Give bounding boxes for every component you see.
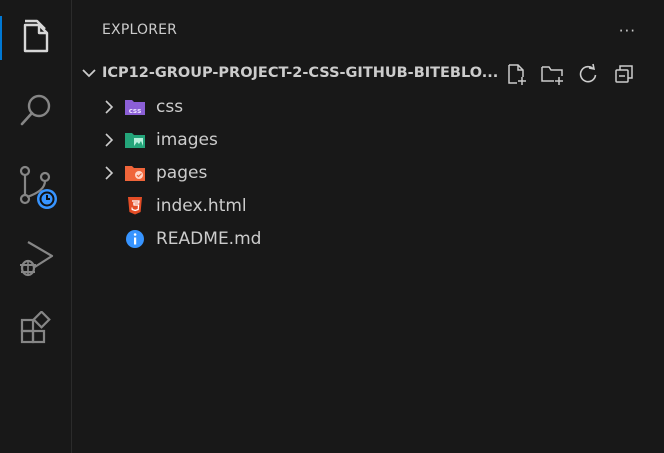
run-debug-icon: [19, 241, 53, 277]
source-control-icon: [19, 165, 57, 209]
collapse-folders-button[interactable]: [612, 62, 636, 86]
tree-item-label: images: [156, 130, 218, 150]
workspace-root-folder[interactable]: ICP12-GROUP-PROJECT-2-CSS-GITHUB-BITEBLO…: [72, 62, 664, 86]
run-debug-activity-button[interactable]: [0, 230, 71, 286]
svg-text:css: css: [129, 107, 141, 115]
tree-item-label: pages: [156, 163, 208, 183]
explorer-title: EXPLORER: [102, 22, 178, 38]
new-folder-button[interactable]: [540, 62, 564, 86]
new-folder-icon: [541, 66, 563, 85]
new-file-button[interactable]: [504, 62, 528, 86]
explorer-activity-button[interactable]: [0, 10, 71, 66]
html5-icon: [128, 197, 142, 215]
more-actions-button[interactable]: ···: [619, 22, 636, 40]
extensions-icon: [20, 311, 51, 344]
source-control-activity-button[interactable]: [0, 158, 71, 214]
tree-item-label: README.md: [156, 229, 262, 249]
images-folder-icon: [125, 133, 145, 148]
tree-item-label: css: [156, 97, 184, 117]
info-icon: [126, 230, 144, 248]
search-activity-button[interactable]: [0, 82, 71, 138]
extensions-activity-button[interactable]: [0, 300, 71, 356]
css-folder-icon: css: [125, 100, 145, 115]
chevron-down-icon: [82, 69, 96, 78]
chevron-right-icon: [105, 100, 114, 114]
root-actions: [504, 62, 636, 86]
chevron-right-icon: [105, 133, 114, 147]
chevron-right-icon: [105, 166, 114, 180]
tree-item-label: index.html: [156, 196, 247, 216]
explorer-sidebar: EXPLORER ··· ICP12-GROUP-PROJECT-2-CSS-G…: [72, 0, 664, 453]
files-icon: [23, 19, 48, 53]
activity-bar: [0, 0, 72, 453]
new-file-icon: [508, 64, 526, 85]
tree-item-index-html[interactable]: index.html: [72, 192, 664, 220]
tree-item-readme-md[interactable]: README.md: [72, 225, 664, 253]
search-icon: [20, 94, 50, 126]
pages-folder-icon: [125, 166, 145, 181]
refresh-explorer-button[interactable]: [576, 62, 600, 86]
refresh-icon: [579, 63, 597, 83]
workspace-root-label: ICP12-GROUP-PROJECT-2-CSS-GITHUB-BITEBLO…: [102, 65, 497, 81]
tree-item-images[interactable]: images: [72, 126, 664, 154]
tree-item-css[interactable]: css css: [72, 93, 664, 121]
collapse-all-icon: [615, 65, 633, 83]
tree-item-pages[interactable]: pages: [72, 159, 664, 187]
